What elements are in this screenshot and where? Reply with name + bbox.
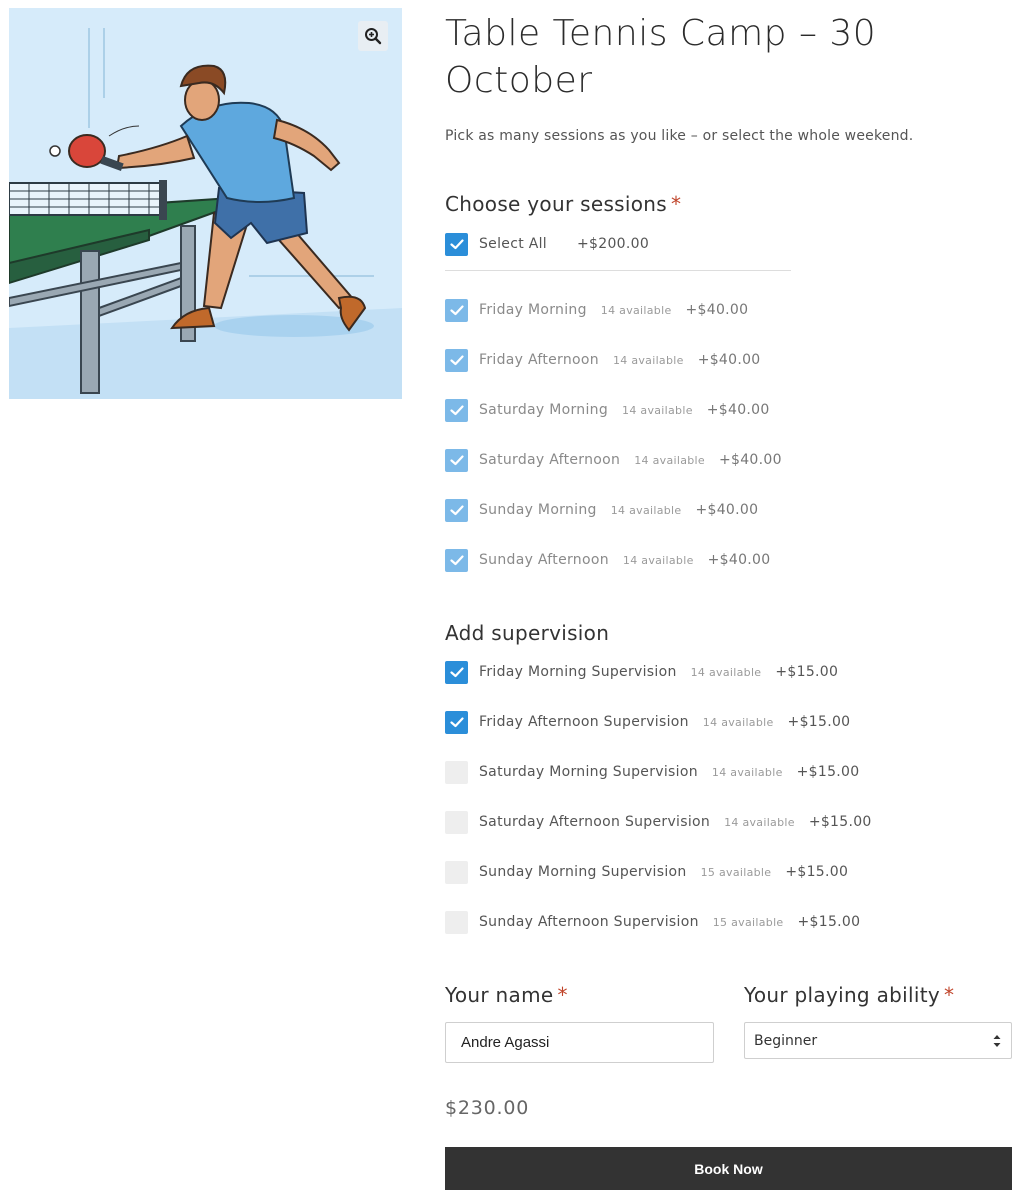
name-input[interactable] — [445, 1022, 714, 1063]
session-price: +$40.00 — [707, 552, 771, 568]
product-image[interactable] — [9, 8, 402, 399]
required-mark: * — [943, 983, 955, 1007]
product-intro: Pick as many sessions as you like – or s… — [445, 128, 914, 144]
supervision-checkbox[interactable] — [445, 910, 468, 934]
session-checkbox[interactable] — [445, 498, 468, 522]
session-label: Saturday Morning — [479, 402, 609, 418]
session-availability: 14 available — [610, 503, 682, 517]
name-label: Your name * — [445, 983, 568, 1007]
supervision-item-label: Sunday Afternoon Supervision — [479, 914, 699, 930]
session-label: Friday Morning — [479, 302, 587, 318]
required-mark: * — [557, 983, 568, 1007]
supervision-checkbox[interactable] — [445, 710, 468, 734]
session-label: Sunday Morning — [479, 502, 597, 518]
ability-label: Your playing ability * — [744, 983, 954, 1007]
supervision-price: +$15.00 — [787, 714, 851, 730]
session-option[interactable]: Friday Afternoon 14 available +$40.00 — [445, 348, 761, 372]
session-label: Saturday Afternoon — [479, 452, 621, 468]
check-icon — [449, 354, 464, 365]
session-price: +$40.00 — [718, 452, 782, 468]
divider — [445, 270, 791, 271]
supervision-item-label: Saturday Afternoon Supervision — [479, 814, 711, 830]
session-price: +$40.00 — [685, 302, 749, 318]
zoom-button[interactable] — [358, 21, 388, 51]
select-all-label: Select All — [479, 236, 547, 252]
session-label: Friday Afternoon — [479, 352, 599, 368]
session-price: +$40.00 — [695, 502, 759, 518]
session-option[interactable]: Sunday Morning 14 available +$40.00 — [445, 498, 758, 522]
name-label-text: Your name — [445, 983, 554, 1007]
supervision-option[interactable]: Sunday Afternoon Supervision 15 availabl… — [445, 910, 860, 934]
ability-select-value: Beginner — [754, 1032, 818, 1049]
supervision-price: +$15.00 — [785, 864, 849, 880]
table-tennis-player-illustration — [9, 8, 402, 399]
required-mark: * — [670, 192, 682, 216]
session-checkbox[interactable] — [445, 398, 468, 422]
supervision-item-label: Sunday Morning Supervision — [479, 864, 687, 880]
supervision-availability: 14 available — [702, 715, 774, 729]
sessions-label-text: Choose your sessions — [445, 192, 667, 216]
check-icon — [449, 454, 464, 465]
check-icon — [449, 716, 464, 727]
supervision-option[interactable]: Saturday Morning Supervision 14 availabl… — [445, 760, 859, 784]
supervision-option[interactable]: Friday Afternoon Supervision 14 availabl… — [445, 710, 850, 734]
session-availability: 14 available — [634, 453, 705, 467]
session-option[interactable]: Friday Morning 14 available +$40.00 — [445, 298, 748, 322]
supervision-price: +$15.00 — [796, 764, 860, 780]
session-price: +$40.00 — [697, 352, 761, 368]
supervision-availability: 14 available — [690, 665, 762, 679]
book-now-button[interactable]: Book Now — [445, 1147, 1012, 1190]
supervision-price: +$15.00 — [797, 914, 861, 930]
supervision-option[interactable]: Sunday Morning Supervision 15 available … — [445, 860, 848, 884]
session-availability: 14 available — [612, 353, 684, 367]
session-checkbox[interactable] — [445, 298, 468, 322]
total-price: $230.00 — [445, 1097, 530, 1119]
ability-label-text: Your playing ability — [744, 983, 940, 1007]
select-all-checkbox[interactable] — [445, 232, 468, 256]
session-price: +$40.00 — [706, 402, 770, 418]
supervision-checkbox[interactable] — [445, 860, 468, 884]
session-availability: 14 available — [622, 553, 694, 567]
select-all-option[interactable]: Select All +$200.00 — [445, 232, 649, 256]
select-all-price: +$200.00 — [577, 236, 650, 252]
session-checkbox[interactable] — [445, 548, 468, 572]
session-availability: 14 available — [600, 303, 672, 317]
session-checkbox[interactable] — [445, 448, 468, 472]
select-arrows-icon — [993, 1035, 1001, 1047]
session-option[interactable]: Saturday Afternoon 14 available +$40.00 — [445, 448, 782, 472]
supervision-availability: 15 available — [700, 865, 772, 879]
supervision-checkbox[interactable] — [445, 660, 468, 684]
session-availability: 14 available — [622, 403, 693, 417]
supervision-availability: 15 available — [712, 915, 784, 929]
product-title: Table Tennis Camp – 30 October — [445, 13, 877, 101]
supervision-checkbox[interactable] — [445, 760, 468, 784]
session-checkbox[interactable] — [445, 348, 468, 372]
check-icon — [449, 304, 464, 315]
zoom-in-icon — [365, 28, 382, 45]
check-icon — [449, 504, 464, 515]
check-icon — [449, 404, 464, 415]
supervision-item-label: Friday Morning Supervision — [479, 664, 677, 680]
check-icon — [449, 554, 464, 565]
supervision-option[interactable]: Saturday Afternoon Supervision 14 availa… — [445, 810, 872, 834]
supervision-price: +$15.00 — [808, 814, 872, 830]
supervision-price: +$15.00 — [775, 664, 839, 680]
sessions-label: Choose your sessions * — [445, 192, 681, 216]
supervision-option[interactable]: Friday Morning Supervision 14 available … — [445, 660, 838, 684]
supervision-label: Add supervision — [445, 621, 610, 645]
check-icon — [449, 238, 464, 249]
check-icon — [449, 666, 464, 677]
supervision-availability: 14 available — [724, 815, 795, 829]
supervision-item-label: Saturday Morning Supervision — [479, 764, 698, 780]
supervision-checkbox[interactable] — [445, 810, 468, 834]
supervision-item-label: Friday Afternoon Supervision — [479, 714, 689, 730]
session-option[interactable]: Saturday Morning 14 available +$40.00 — [445, 398, 770, 422]
product-summary: Table Tennis Camp – 30 October Pick as m… — [445, 0, 1015, 1190]
session-label: Sunday Afternoon — [479, 552, 609, 568]
session-option[interactable]: Sunday Afternoon 14 available +$40.00 — [445, 548, 770, 572]
supervision-availability: 14 available — [711, 765, 783, 779]
ability-select[interactable]: Beginner — [744, 1022, 1012, 1059]
